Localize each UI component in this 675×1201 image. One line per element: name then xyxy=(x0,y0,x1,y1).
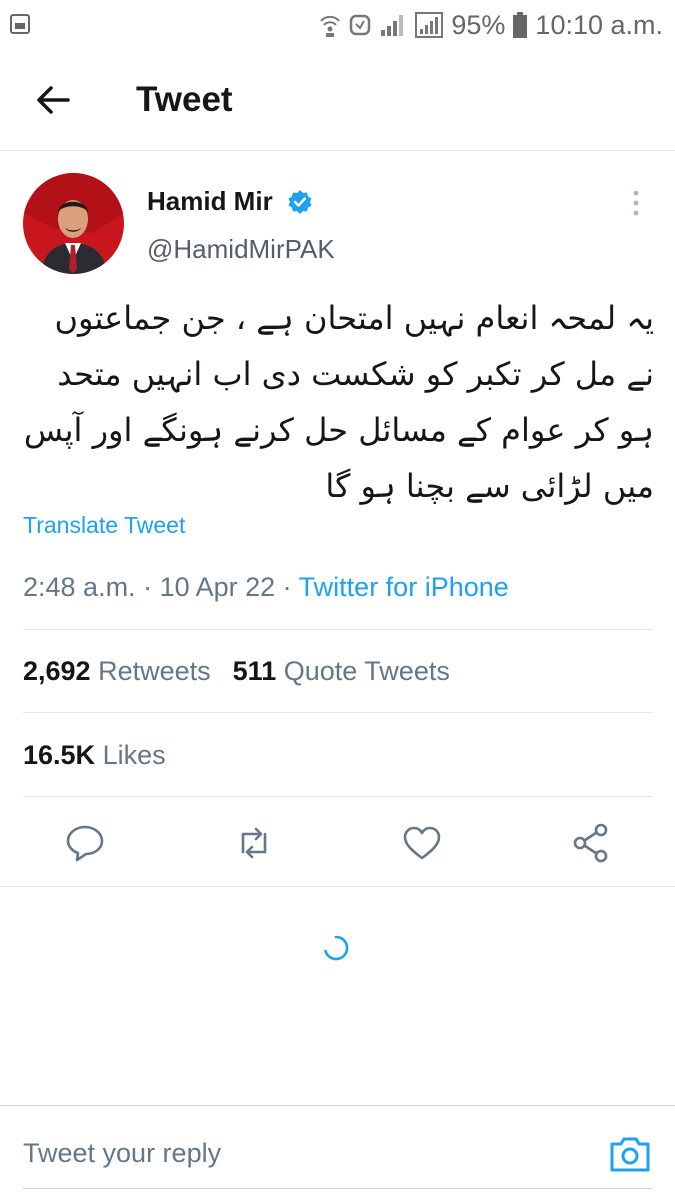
meta-separator: · xyxy=(135,572,160,602)
retweets-count: 2,692 xyxy=(23,656,91,686)
loading-spinner-icon xyxy=(324,935,349,961)
retweets-label: Retweets xyxy=(98,656,211,686)
tweet-date: 10 Apr 22 xyxy=(159,572,276,602)
divider xyxy=(23,796,653,797)
tweet-meta: 2:48 a.m. · 10 Apr 22 · Twitter for iPho… xyxy=(23,572,509,603)
app-header: Tweet xyxy=(0,50,675,151)
status-bar-right: 95% 10:10 a.m. xyxy=(319,8,663,42)
quote-tweets-stat[interactable]: 511 Quote Tweets xyxy=(233,656,450,686)
arrow-left-icon[interactable] xyxy=(30,77,76,123)
page-title: Tweet xyxy=(136,80,233,119)
likes-label: Likes xyxy=(102,740,166,770)
avatar-image xyxy=(23,173,124,274)
camera-icon[interactable] xyxy=(608,1134,652,1174)
gallery-notification-icon xyxy=(10,14,30,34)
share-icon[interactable] xyxy=(568,820,614,866)
reply-input[interactable]: Tweet your reply xyxy=(23,1138,221,1169)
meta-separator: · xyxy=(275,572,299,602)
tweet-text: یہ لمحہ انعام نہیں امتحان ہے ، جن جماعتو… xyxy=(23,299,654,505)
tweet-time: 2:48 a.m. xyxy=(23,572,136,602)
engagement-stats: 2,692 Retweets 511 Quote Tweets xyxy=(23,656,450,687)
author-name[interactable]: Hamid Mir xyxy=(147,186,273,217)
wifi-icon xyxy=(320,15,341,37)
quote-tweets-count: 511 xyxy=(232,656,277,686)
divider xyxy=(23,712,653,713)
more-vertical-icon[interactable] xyxy=(626,188,646,218)
verified-badge-icon xyxy=(288,190,312,214)
battery-percentage: 95% xyxy=(451,9,506,40)
reply-composer: Tweet your reply xyxy=(0,1105,675,1201)
retweet-icon[interactable] xyxy=(231,820,277,866)
clock: 10:10 a.m. xyxy=(535,9,663,40)
signal-icon-1 xyxy=(381,15,404,36)
comment-icon[interactable] xyxy=(62,820,108,866)
divider xyxy=(23,629,653,630)
notification-icon xyxy=(350,14,371,36)
likes-count: 16.5K xyxy=(23,740,96,770)
status-bar: 95% 10:10 a.m. xyxy=(0,0,675,50)
translate-tweet-link[interactable]: Translate Tweet xyxy=(23,512,185,539)
avatar[interactable] xyxy=(23,173,124,274)
divider xyxy=(0,886,675,887)
heart-icon[interactable] xyxy=(399,820,445,866)
signal-icon-2 xyxy=(415,12,444,38)
retweets-stat[interactable]: 2,692 Retweets xyxy=(23,656,211,686)
reply-underline xyxy=(23,1188,653,1189)
quote-tweets-label: Quote Tweets xyxy=(283,656,450,686)
tweet-source-link[interactable]: Twitter for iPhone xyxy=(299,572,509,602)
likes-stat[interactable]: 16.5K Likes xyxy=(23,740,166,771)
author-handle[interactable]: @HamidMirPAK xyxy=(147,234,335,265)
battery-icon xyxy=(513,12,528,38)
